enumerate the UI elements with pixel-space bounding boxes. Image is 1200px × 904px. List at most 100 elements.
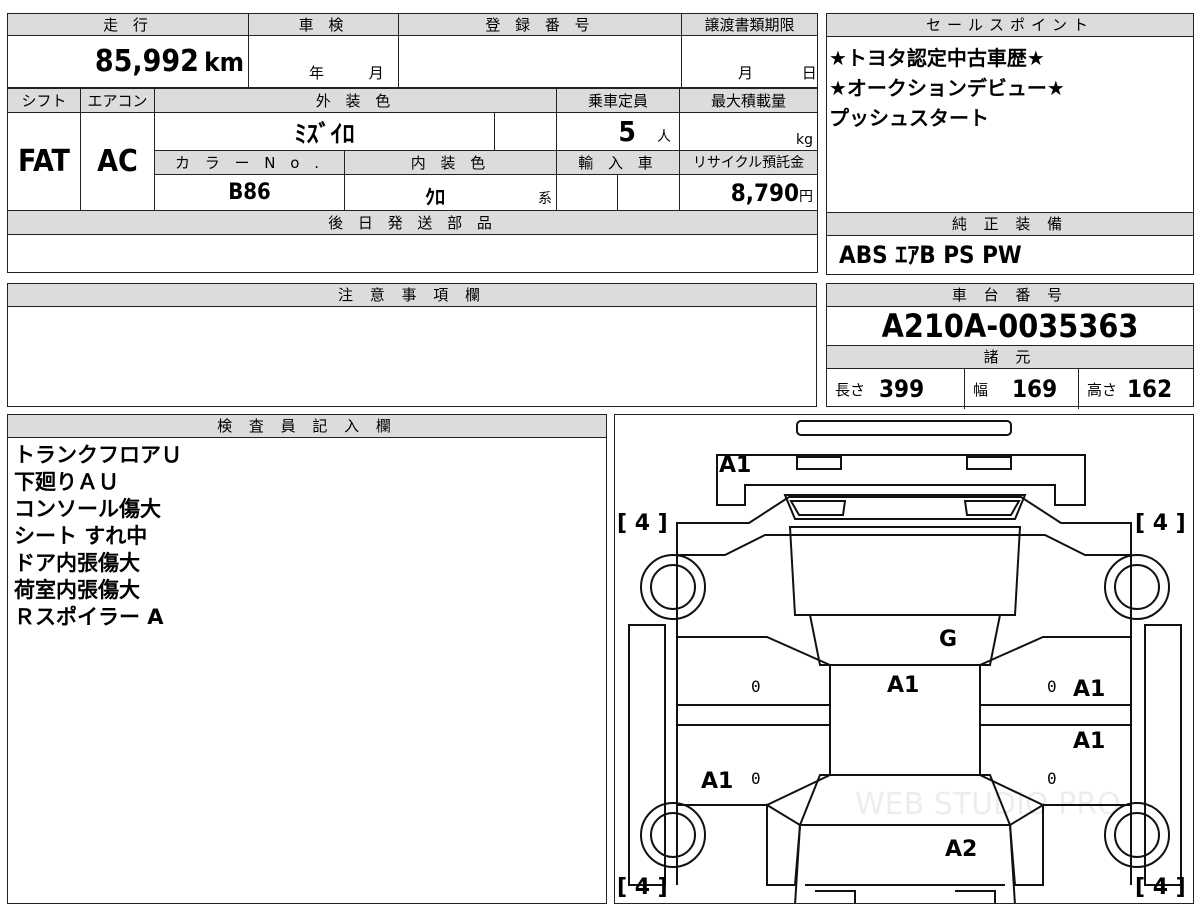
ac-header: エアコン [80,88,155,113]
transfer-month-label: 月 [738,64,754,82]
specs-row: 長さ 399 幅 169 高さ 162 [827,369,1193,409]
chassis-panel: 車 台 番 号 A210A-0035363 諸 元 長さ 399 幅 169 高… [826,283,1194,409]
recycle-cell: 8,790円 [679,174,819,211]
import-cell-b [617,174,681,211]
interior-color-value: ｸﾛ [425,185,445,209]
watermark-text: WEB STUDIO PRO [855,787,1121,822]
recycle-unit: 円 [799,188,814,205]
inspection-month-label: 月 [368,64,384,82]
tire-front-left-mark: [ 4 ] [617,875,668,900]
registration-number-cell [398,35,682,88]
shift-header: シフト [7,88,81,113]
exterior-color-header: 外 装 色 [153,88,558,113]
right-rear-door-damage: A1 [1073,677,1106,702]
interior-color-header: 内 装 色 [343,150,558,175]
inspector-note: ドア内張傷大 [14,551,140,575]
color-no-value: B86 [154,174,345,211]
right-b-pillar [979,704,1132,726]
left-quarter-damage: A1 [701,769,734,794]
equipment-header: 純 正 装 備 [827,213,1193,236]
sales-points-panel: セールスポイント ★トヨタ認定中古車歴★ ★オークションデビュー★ プッシュスタ… [826,13,1194,213]
sales-points-list: ★トヨタ認定中古車歴★ ★オークションデビュー★ プッシュスタート [827,37,1193,133]
inspector-note: 下廻りＡＵ [14,470,119,494]
cautions-header: 注 意 事 項 欄 [8,284,816,307]
max-load-cell: kg [679,112,819,151]
inspector-note: トランクフロアＵ [14,443,182,467]
right-rear-door-mark: 0 [1047,677,1057,696]
sales-point-line: プッシュスタート [829,106,989,130]
later-parts-header: 後 日 発 送 部 品 [6,210,819,235]
inspection-year-label: 年 [309,64,325,82]
wheel-front-right-inner [1114,812,1160,858]
max-load-header: 最大積載量 [679,88,819,113]
inspector-note: シート すれ中 [14,524,148,548]
chassis-number: A210A-0035363 [827,307,1193,346]
recycle-value: 8,790 [730,178,800,207]
hood [794,824,1016,903]
inspector-notes-header: 検 査 員 記 入 欄 [8,415,606,438]
color-no-header: カ ラ ー N o . [154,150,345,175]
left-b-pillar [676,704,831,726]
wheel-front-left-inner [650,812,696,858]
transfer-deadline-header: 譲渡書類期限 [681,13,818,36]
mileage-value: 85,992 [94,44,199,79]
mileage-header: 走 行 [7,13,249,36]
height-label: 高さ [1087,380,1118,399]
specs-header: 諸 元 [827,346,1193,369]
width-cell: 幅 169 [965,369,1079,409]
hood-damage: A2 [945,837,978,862]
ac-value: AC [80,112,155,211]
interior-color-cell: ｸﾛ 系 [343,174,558,211]
car-outline-svg [628,420,1182,903]
equipment-value: ABS ｴｱB PS PW [839,241,1022,269]
rear-lamp-detail-right [963,500,1021,516]
tire-front-right-mark: [ 4 ] [1135,875,1186,900]
right-front-door-damage: A1 [1073,729,1106,754]
back-glass [788,526,1022,616]
transfer-day-label: 日 [801,64,817,82]
max-load-unit: kg [796,132,814,148]
rear-bumper-damage: A1 [719,453,752,478]
capacity-unit: 人 [657,129,672,145]
width-label: 幅 [973,380,989,399]
tire-rear-right-mark: [ 4 ] [1135,511,1186,536]
rear-spoiler-outline [796,420,1012,436]
sales-point-line: ★オークションデビュー★ [829,76,1065,100]
capacity-cell: 5 人 [556,112,681,151]
later-parts-value [6,234,819,273]
front-bumper-outline [805,884,1005,903]
interior-color-suffix: 系 [538,191,553,207]
wheel-rear-left-inner [650,564,696,610]
rear-lamp-right [966,456,1012,470]
chassis-header: 車 台 番 号 [827,284,1193,307]
inspector-note: Ｒスポイラー A [14,605,164,629]
side-sills [676,555,1132,885]
length-value: 399 [879,375,925,403]
cautions-panel: 注 意 事 項 欄 [7,283,817,407]
mileage-unit: km [204,48,244,78]
length-label: 長さ [835,380,866,399]
windshield-damage: G [939,627,958,652]
left-front-door-mark: 0 [751,769,761,788]
import-header: 輸 入 車 [556,150,681,175]
transfer-date-cell: 月 日 [681,35,818,88]
capacity-value: 5 [618,115,636,148]
sales-points-header: セールスポイント [827,14,1193,37]
inspector-note: 荷室内張傷大 [14,578,140,602]
roof-front-section [808,614,1002,666]
roof-damage: A1 [887,673,920,698]
inspector-notes-list: トランクフロアＵ 下廻りＡＵ コンソール傷大 シート すれ中 ドア内張傷大 荷室… [8,438,606,631]
inspector-notes-panel: 検 査 員 記 入 欄 トランクフロアＵ 下廻りＡＵ コンソール傷大 シート す… [7,414,607,904]
shift-value: FAT [7,112,81,211]
inspector-note: コンソール傷大 [14,497,161,521]
equipment-panel: 純 正 装 備 ABS ｴｱB PS PW [826,212,1194,275]
width-value: 169 [1012,375,1058,403]
right-front-door-mark: 0 [1047,769,1057,788]
tire-rear-left-mark: [ 4 ] [617,511,668,536]
exterior-color-extra [493,112,558,151]
inspection-header: 車 検 [248,13,399,36]
recycle-header: リサイクル預託金 [679,150,819,175]
import-cell-a [556,174,619,211]
length-cell: 長さ 399 [827,369,965,409]
height-value: 162 [1127,375,1173,403]
